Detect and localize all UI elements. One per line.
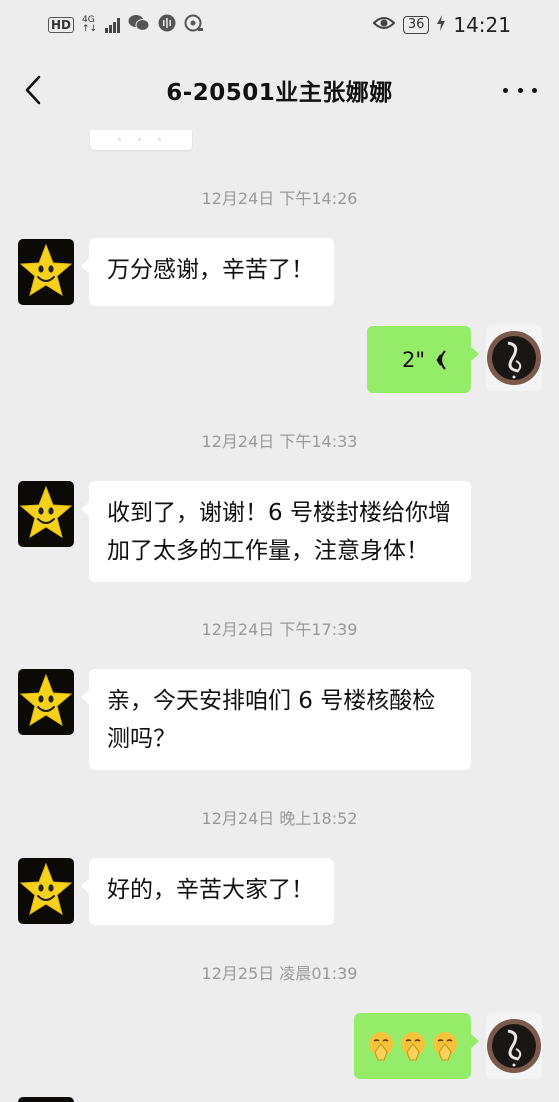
message-timestamp: 12月24日 晚上18:52 bbox=[201, 809, 358, 828]
incoming-message[interactable]: 好的，辛苦大家了！ bbox=[81, 858, 334, 925]
message-text: 万分感谢，辛苦了！ bbox=[107, 257, 314, 283]
my-avatar[interactable] bbox=[486, 1013, 542, 1079]
contact-avatar[interactable] bbox=[18, 481, 74, 547]
back-button[interactable] bbox=[18, 73, 48, 107]
contact-avatar[interactable] bbox=[18, 858, 74, 924]
nfc-icon bbox=[184, 14, 204, 36]
voice-message[interactable]: 2" bbox=[367, 326, 479, 393]
chat-header: 6-20501业主张娜娜 bbox=[0, 55, 559, 125]
contact-avatar[interactable] bbox=[18, 1097, 74, 1102]
network-arrows: ↑↓ bbox=[82, 24, 98, 34]
praying-emoji-icon bbox=[368, 1032, 393, 1061]
partial-message[interactable] bbox=[90, 130, 192, 150]
charging-icon bbox=[437, 15, 446, 35]
star-avatar-icon bbox=[19, 862, 73, 916]
wechat-icon bbox=[128, 14, 150, 36]
message-timestamp: 12月24日 下午14:26 bbox=[201, 189, 358, 208]
message-text: 好的，辛苦大家了！ bbox=[107, 877, 314, 903]
message-text: 亲，今天安排咱们 6 号楼核酸检测吗？ bbox=[107, 688, 436, 752]
star-avatar-icon bbox=[19, 243, 73, 297]
hd-badge: HD bbox=[48, 17, 75, 33]
message-timestamp: 12月24日 下午17:39 bbox=[201, 620, 358, 639]
incoming-message[interactable]: 万分感谢，辛苦了！ bbox=[81, 238, 334, 306]
message-text: 收到了，谢谢！6 号楼封楼给你增加了太多的工作量，注意身体！ bbox=[107, 500, 451, 564]
chat-title: 6-20501业主张娜娜 bbox=[166, 80, 393, 106]
status-bar-left: HD 4G ↑↓ bbox=[48, 14, 204, 36]
voice-assistant-icon bbox=[158, 14, 176, 36]
network-indicator: 4G ↑↓ bbox=[82, 16, 97, 34]
logo-avatar-icon bbox=[487, 1019, 541, 1073]
voice-wave-icon bbox=[436, 349, 446, 370]
star-avatar-icon bbox=[19, 485, 73, 539]
clock: 14:21 bbox=[453, 13, 511, 37]
status-bar-right: 36 14:21 bbox=[372, 13, 511, 37]
message-timestamp: 12月24日 下午14:33 bbox=[201, 432, 358, 451]
contact-avatar[interactable] bbox=[18, 669, 74, 735]
contact-avatar[interactable] bbox=[18, 239, 74, 305]
eye-comfort-icon bbox=[372, 15, 396, 35]
praying-emoji-icon bbox=[432, 1032, 457, 1061]
praying-emoji-icon bbox=[400, 1032, 425, 1061]
signal-strength-icon bbox=[105, 17, 121, 33]
star-avatar-icon bbox=[19, 673, 73, 727]
battery-level: 36 bbox=[402, 16, 430, 34]
status-bar: HD 4G ↑↓ 36 14:21 bbox=[0, 0, 559, 50]
more-options-button[interactable] bbox=[503, 75, 537, 105]
logo-avatar-icon bbox=[487, 331, 541, 385]
more-dots-icon bbox=[503, 87, 508, 93]
my-avatar[interactable] bbox=[486, 325, 542, 391]
voice-duration: 2" bbox=[401, 347, 425, 372]
emoji-message[interactable] bbox=[354, 1013, 479, 1079]
incoming-message[interactable]: 亲，今天安排咱们 6 号楼核酸检测吗？ bbox=[81, 669, 471, 770]
chevron-left-icon bbox=[25, 75, 41, 105]
incoming-message[interactable]: 收到了，谢谢！6 号楼封楼给你增加了太多的工作量，注意身体！ bbox=[81, 481, 471, 582]
message-timestamp: 12月25日 凌晨01:39 bbox=[201, 964, 358, 983]
